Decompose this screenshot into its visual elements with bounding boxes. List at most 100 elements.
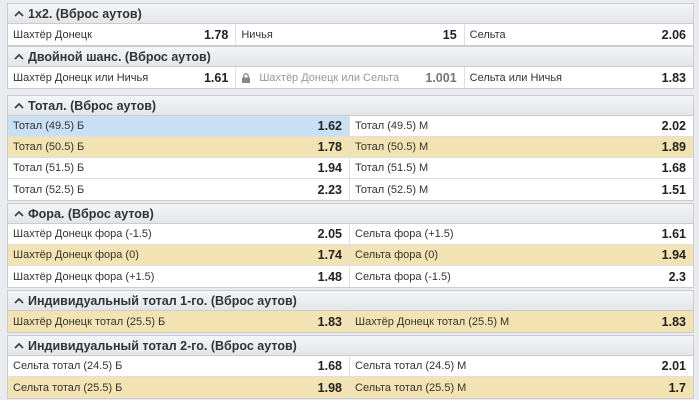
outcome-label: Сельта тотал (25.5) М xyxy=(355,381,467,394)
odds-value: 1.62 xyxy=(317,119,342,133)
odds-row: Тотал (49.5) Б 1.62 Тотал (49.5) М 2.02 xyxy=(8,116,693,137)
outcome-label: Тотал (52.5) М xyxy=(355,183,429,196)
odds-cell[interactable]: Тотал (52.5) Б 2.23 xyxy=(8,179,350,200)
outcome-label-wrap: Тотал (51.5) Б xyxy=(13,162,84,174)
odds-value: 1.78 xyxy=(317,140,342,154)
odds-cell[interactable]: Тотал (49.5) М 2.02 xyxy=(350,116,693,136)
odds-cell[interactable]: Сельта тотал (25.5) М 1.7 xyxy=(350,377,693,398)
market-header[interactable]: Индивидуальный тотал 2-го. (Вброс аутов) xyxy=(8,336,693,356)
outcome-label-wrap: Шахтёр Донецк или Ничья xyxy=(13,72,148,84)
outcome-label-wrap: Сельта тотал (24.5) Б xyxy=(13,360,122,372)
outcome-label-wrap: Сельта тотал (25.5) Б xyxy=(13,382,122,394)
odds-cell[interactable]: Тотал (50.5) Б 1.78 xyxy=(8,137,350,157)
outcome-label-wrap: Сельта фора (-1.5) xyxy=(355,271,451,283)
market-title: Тотал. (Вброс аутов) xyxy=(28,98,157,113)
market-block: Фора. (Вброс аутов) Шахтёр Донецк фора (-… xyxy=(7,203,694,288)
outcome-label-wrap: Шахтёр Донецк фора (-1.5) xyxy=(13,228,152,240)
outcome-label: Тотал (49.5) М xyxy=(355,120,429,132)
odds-cell[interactable]: Тотал (51.5) М 1.68 xyxy=(350,158,693,178)
odds-row: Тотал (51.5) Б 1.94 Тотал (51.5) М 1.68 xyxy=(8,158,693,179)
odds-row: Тотал (50.5) Б 1.78 Тотал (50.5) М 1.89 xyxy=(8,137,693,158)
outcome-label-wrap: Шахтёр Донецк фора (+1.5) xyxy=(13,271,154,283)
odds-cell[interactable]: Сельта или Ничья 1.83 xyxy=(465,67,693,88)
market-title: Индивидуальный тотал 2-го. (Вброс аутов) xyxy=(28,338,297,353)
odds-cell[interactable]: Шахтёр Донецк тотал (25.5) М 1.83 xyxy=(350,311,693,332)
outcome-label-wrap: Тотал (52.5) М xyxy=(355,184,428,196)
market-header[interactable]: Тотал. (Вброс аутов) xyxy=(8,96,693,116)
chevron-up-icon[interactable] xyxy=(13,8,25,20)
odds-value: 1.78 xyxy=(203,27,229,42)
odds-cell[interactable]: Шахтёр Донецк фора (+1.5) 1.48 xyxy=(8,266,350,287)
odds-cell[interactable]: Сельта фора (+1.5) 1.61 xyxy=(350,224,693,244)
chevron-up-icon[interactable] xyxy=(13,208,25,220)
market-header[interactable]: Фора. (Вброс аутов) xyxy=(8,204,693,224)
outcome-label: Тотал (52.5) Б xyxy=(13,183,85,196)
outcome-label: Сельта xyxy=(469,28,506,41)
odds-value: 1.001 xyxy=(425,70,457,85)
odds-row: Сельта тотал (25.5) Б 1.98 Сельта тотал (2… xyxy=(8,377,693,398)
odds-cell[interactable]: Тотал (50.5) М 1.89 xyxy=(350,137,693,157)
odds-value: 1.48 xyxy=(317,269,342,284)
odds-value: 1.68 xyxy=(317,359,342,373)
market-header[interactable]: Двойной шанс. (Вброс аутов) xyxy=(8,47,693,67)
outcome-label-wrap: Сельта фора (+1.5) xyxy=(355,228,454,240)
chevron-up-icon[interactable] xyxy=(13,340,25,352)
odds-row: Шахтёр Донецк фора (0) 1.74 Сельта фора (0… xyxy=(8,245,693,266)
odds-row: Сельта тотал (24.5) Б 1.68 Сельта тотал (2… xyxy=(8,356,693,377)
odds-cell[interactable]: Шахтёр Донецк или Ничья 1.61 xyxy=(8,67,237,88)
market-header[interactable]: 1x2. (Вброс аутов) xyxy=(8,4,693,24)
market-header[interactable]: Индивидуальный тотал 1-го. (Вброс аутов) xyxy=(8,291,693,311)
odds-cell[interactable]: Сельта тотал (24.5) М 2.01 xyxy=(350,356,693,376)
lock-icon xyxy=(241,72,251,83)
odds-cell[interactable]: Ничья 15 xyxy=(236,24,465,45)
outcome-label: Шахтёр Донецк фора (-1.5) xyxy=(13,228,152,240)
chevron-up-icon[interactable] xyxy=(13,295,25,307)
odds-cell[interactable]: Сельта тотал (25.5) Б 1.98 xyxy=(8,377,350,398)
odds-value: 1.94 xyxy=(317,161,342,175)
betting-markets-panel: 1x2. (Вброс аутов) Шахтёр Донецк 1.78 Ничья… xyxy=(0,0,699,400)
outcome-label: Сельта тотал (24.5) Б xyxy=(13,360,123,372)
chevron-up-icon[interactable] xyxy=(13,100,25,112)
odds-row: Тотал (52.5) Б 2.23 Тотал (52.5) М 1.51 xyxy=(8,179,693,200)
market-block: Индивидуальный тотал 2-го. (Вброс аутов)… xyxy=(7,335,694,399)
odds-value: 1.83 xyxy=(317,314,342,329)
odds-cell[interactable]: Тотал (49.5) Б 1.62 xyxy=(8,116,350,136)
odds-cell[interactable]: Шахтёр Донецк фора (-1.5) 2.05 xyxy=(8,224,350,244)
odds-value: 2.02 xyxy=(661,119,686,133)
outcome-label: Шахтёр Донецк или Ничья xyxy=(13,71,149,84)
odds-value: 1.98 xyxy=(317,380,342,395)
outcome-label: Шахтёр Донецк тотал (25.5) М xyxy=(355,315,510,328)
odds-cell[interactable]: Сельта фора (0) 1.94 xyxy=(350,245,693,265)
odds-value: 1.61 xyxy=(661,227,686,241)
odds-cell[interactable]: Сельта 2.06 xyxy=(465,24,693,45)
outcome-label-wrap: Сельта или Ничья xyxy=(470,72,562,84)
outcome-label: Шахтёр Донецк фора (0) xyxy=(13,249,139,261)
outcome-label: Ничья xyxy=(241,28,273,41)
outcome-label-wrap: Сельта тотал (25.5) М xyxy=(355,382,466,394)
outcome-label-wrap: Шахтёр Донецк xyxy=(13,29,92,41)
odds-cell[interactable]: Шахтёр Донецк фора (0) 1.74 xyxy=(8,245,350,265)
odds-cell[interactable]: Шахтёр Донецк 1.78 xyxy=(8,24,237,45)
outcome-label-wrap: Сельта тотал (24.5) М xyxy=(355,360,466,372)
market-title: Двойной шанс. (Вброс аутов) xyxy=(28,49,211,64)
odds-value: 1.7 xyxy=(668,380,686,395)
outcome-label: Сельта тотал (25.5) Б xyxy=(13,381,123,394)
outcome-label-wrap: Шахтёр Донецк тотал (25.5) М xyxy=(355,316,509,328)
odds-value: 1.89 xyxy=(661,140,686,154)
odds-cell[interactable]: Тотал (51.5) Б 1.94 xyxy=(8,158,350,178)
odds-value: 2.05 xyxy=(317,227,342,241)
odds-cell[interactable]: Сельта фора (-1.5) 2.3 xyxy=(350,266,693,287)
odds-cell[interactable]: Шахтёр Донецк тотал (25.5) Б 1.83 xyxy=(8,311,350,332)
outcome-label: Тотал (51.5) М xyxy=(355,162,429,174)
odds-cell[interactable]: Сельта тотал (24.5) Б 1.68 xyxy=(8,356,350,376)
outcome-label: Сельта фора (0) xyxy=(355,249,438,261)
outcome-label-wrap: Сельта xyxy=(470,29,506,41)
odds-cell[interactable]: Тотал (52.5) М 1.51 xyxy=(350,179,693,200)
market-title: Фора. (Вброс аутов) xyxy=(28,206,154,221)
odds-value: 1.83 xyxy=(661,314,686,329)
chevron-up-icon[interactable] xyxy=(13,51,25,63)
outcome-label: Сельта фора (+1.5) xyxy=(355,228,454,240)
outcome-label-wrap: Сельта фора (0) xyxy=(355,249,438,261)
outcome-label: Тотал (50.5) М xyxy=(355,141,429,153)
odds-value: 2.01 xyxy=(661,359,686,373)
